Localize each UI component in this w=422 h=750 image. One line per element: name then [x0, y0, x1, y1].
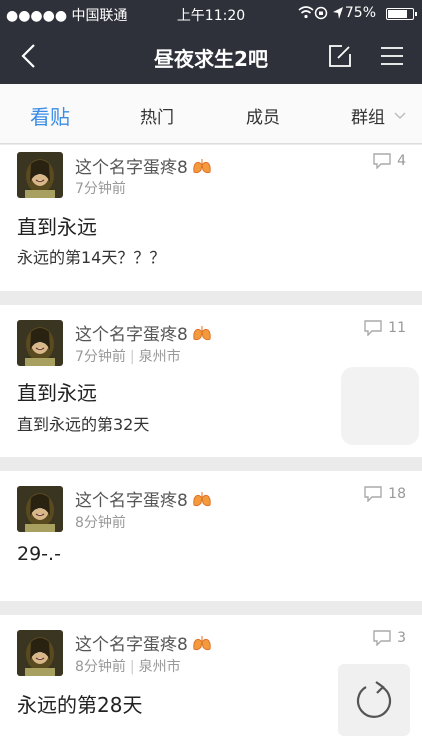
comment-icon [364, 320, 382, 337]
post-title[interactable]: 永远的第28天 [17, 689, 142, 718]
level-badge-icon [192, 634, 212, 657]
navigation-bar: 昼夜求生2吧 [0, 28, 422, 84]
floating-button-placeholder[interactable] [341, 367, 419, 445]
tab-hot[interactable]: 热门 [140, 103, 174, 128]
compose-icon[interactable] [328, 44, 352, 68]
post-body: 直到永远的第32天 [17, 415, 150, 434]
post-meta: 8分钟前 | 泉州市 [75, 659, 181, 675]
comment-count: 11 [364, 320, 406, 337]
tab-posts[interactable]: 看贴 [30, 101, 70, 130]
post-item[interactable]: 这个名字蛋疼8 7分钟前 4 直到永远 永远的第14天？？？ [0, 145, 422, 291]
comment-count: 18 [364, 486, 406, 503]
tab-members[interactable]: 成员 [246, 103, 280, 128]
author-name[interactable]: 这个名字蛋疼8 [75, 153, 212, 180]
post-location: 泉州市 [138, 349, 181, 365]
post-time: 8分钟前 [75, 659, 126, 675]
level-badge-icon [192, 157, 212, 180]
post-meta: 7分钟前 [75, 178, 126, 198]
comment-icon [364, 486, 382, 503]
post-meta: 7分钟前 | 泉州市 [75, 349, 181, 365]
forum-title: 昼夜求生2吧 [154, 47, 268, 71]
tab-groups[interactable]: 群组 [351, 103, 385, 128]
author-name[interactable]: 这个名字蛋疼8 [75, 630, 212, 657]
status-bar: ●●●●● 中国联通 上午11:20 75% [0, 0, 422, 28]
chevron-down-icon[interactable] [394, 106, 406, 119]
post-title[interactable]: 直到永远 [17, 211, 97, 240]
post-title[interactable]: 直到永远 [17, 377, 97, 406]
comment-count: 4 [373, 153, 406, 170]
battery-icon [386, 8, 417, 20]
refresh-button[interactable] [338, 664, 410, 736]
level-badge-icon [192, 490, 212, 513]
rotation-lock-icon [314, 6, 328, 24]
hamburger-icon[interactable] [380, 44, 404, 68]
post-location: 泉州市 [138, 659, 181, 675]
author-name[interactable]: 这个名字蛋疼8 [75, 486, 212, 513]
avatar[interactable] [17, 320, 63, 366]
refresh-icon [356, 681, 392, 718]
post-time: 7分钟前 [75, 349, 126, 365]
location-icon [332, 6, 344, 24]
avatar[interactable] [17, 486, 63, 532]
post-time: 7分钟前 [75, 181, 126, 197]
level-badge-icon [192, 324, 212, 347]
post-time: 8分钟前 [75, 515, 126, 531]
avatar[interactable] [17, 630, 63, 676]
battery-percent: 75% [344, 5, 376, 21]
tab-bar: 看贴 热门 成员 群组 [0, 84, 422, 144]
comment-icon [373, 630, 391, 647]
post-body: 永远的第14天？？？ [17, 248, 166, 267]
author-name[interactable]: 这个名字蛋疼8 [75, 320, 212, 347]
comment-icon [373, 153, 391, 170]
comment-count: 3 [373, 630, 406, 647]
post-title[interactable]: 29-.- [17, 543, 61, 565]
post-meta: 8分钟前 [75, 512, 126, 532]
avatar[interactable] [17, 152, 63, 198]
post-item[interactable]: 这个名字蛋疼8 8分钟前 18 29-.- [0, 471, 422, 601]
